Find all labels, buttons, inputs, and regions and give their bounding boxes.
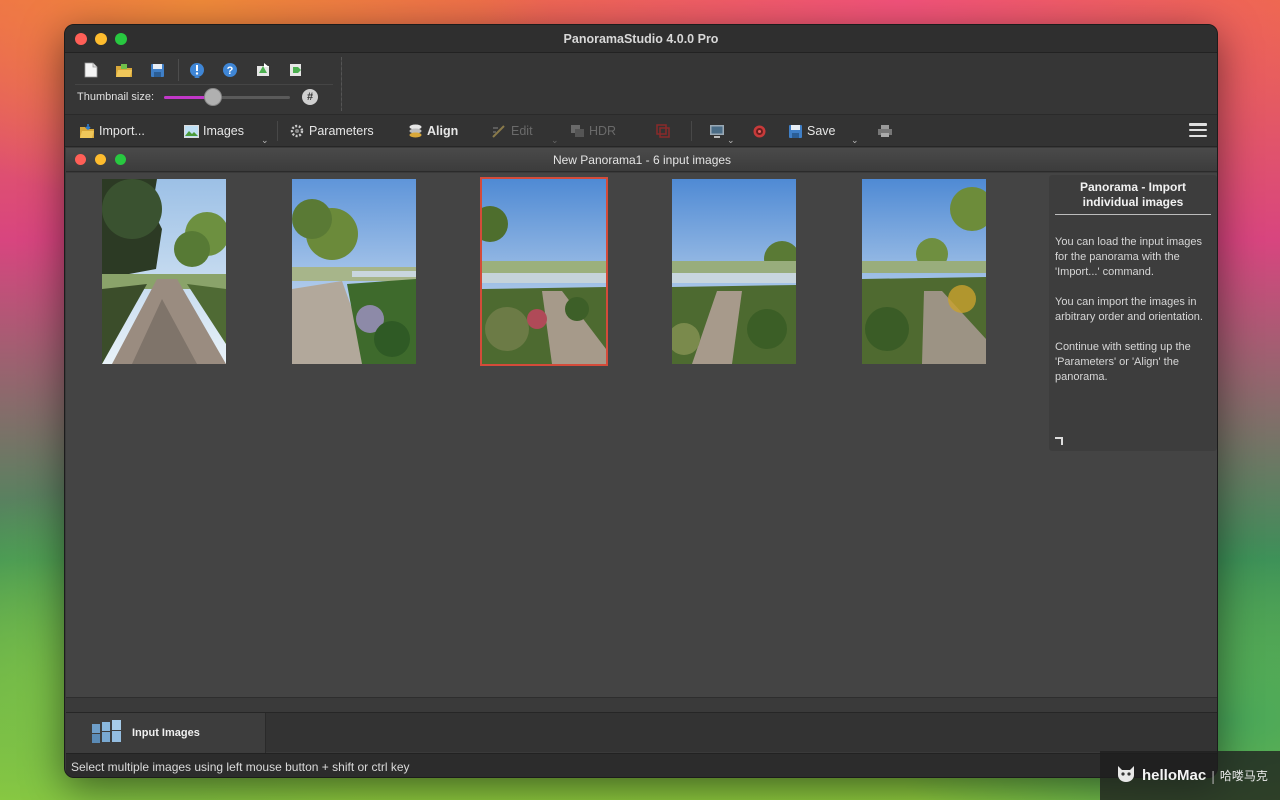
edit-dropdown-chevron-icon[interactable]: ⌄ bbox=[551, 135, 559, 146]
document-window-controls bbox=[75, 154, 126, 165]
thumbnail-size-label: Thumbnail size: bbox=[77, 91, 155, 103]
quick-icons: ? bbox=[79, 59, 317, 81]
upper-toolbar: ? Thumbnail size: # bbox=[65, 53, 1217, 115]
share-icon[interactable] bbox=[284, 59, 308, 81]
thumbnail-size-slider[interactable] bbox=[164, 87, 291, 107]
help-body: You can load the input images for the pa… bbox=[1049, 215, 1217, 385]
workflow-tabbar: Input Images bbox=[66, 712, 1217, 753]
target-button[interactable] bbox=[751, 115, 771, 147]
status-bar: Select multiple images using left mouse … bbox=[66, 753, 1217, 777]
images-button[interactable]: Images bbox=[183, 115, 244, 147]
svg-text:?: ? bbox=[227, 65, 234, 77]
bottom-splitter[interactable] bbox=[66, 697, 1217, 711]
main-toolbar: Import... Images ⌄ Parameters Align Edit… bbox=[65, 115, 1217, 147]
gear-icon bbox=[289, 123, 305, 139]
import-button[interactable]: Import... bbox=[79, 115, 145, 147]
help-title: Panorama - Import individual images bbox=[1079, 180, 1187, 209]
slider-knob[interactable] bbox=[204, 88, 222, 106]
import-icon bbox=[79, 123, 95, 139]
watermark-cn: 哈喽马克 bbox=[1219, 769, 1268, 783]
image-thumbnail[interactable] bbox=[672, 179, 796, 364]
watermark-brand: helloMac bbox=[1142, 767, 1207, 784]
align-stack-icon bbox=[407, 123, 423, 139]
tab-input-images[interactable]: Input Images bbox=[66, 713, 266, 753]
close-button[interactable] bbox=[75, 33, 87, 45]
cat-logo-icon bbox=[1116, 764, 1136, 787]
export-icon[interactable] bbox=[251, 59, 275, 81]
image-thumbnail[interactable] bbox=[862, 179, 986, 364]
help-icon[interactable]: ? bbox=[218, 59, 242, 81]
document-titlebar: New Panorama1 - 6 input images bbox=[66, 148, 1217, 172]
document-minimize-button[interactable] bbox=[95, 154, 106, 165]
save-button[interactable]: Save bbox=[787, 115, 836, 147]
thumbnail-size-control: Thumbnail size: # bbox=[77, 87, 319, 107]
zoom-button[interactable] bbox=[115, 33, 127, 45]
save-disk-icon bbox=[787, 123, 803, 139]
help-paragraph: Continue with setting up the 'Parameters… bbox=[1055, 341, 1191, 383]
save-disk-icon[interactable] bbox=[145, 59, 169, 81]
document-zoom-button[interactable] bbox=[115, 154, 126, 165]
open-folder-icon[interactable] bbox=[112, 59, 136, 81]
target-icon bbox=[751, 123, 767, 139]
window-controls bbox=[75, 33, 127, 45]
parameters-button[interactable]: Parameters bbox=[289, 115, 374, 147]
input-images-area: Panorama - Import individual images You … bbox=[66, 173, 1217, 697]
input-images-grid-icon bbox=[92, 718, 122, 749]
print-button[interactable] bbox=[877, 115, 897, 147]
hdr-button[interactable]: HDR bbox=[569, 115, 616, 147]
help-paragraph: You can load the input images for the pa… bbox=[1055, 236, 1202, 278]
grid-hash-button[interactable]: # bbox=[302, 89, 319, 105]
align-button[interactable]: Align bbox=[407, 115, 458, 147]
toolbar-separator bbox=[178, 59, 179, 81]
hdr-tools-button[interactable] bbox=[655, 115, 675, 147]
layers-red-icon bbox=[655, 123, 671, 139]
hamburger-menu-icon[interactable] bbox=[1189, 123, 1207, 137]
monitor-icon bbox=[709, 123, 725, 139]
window-titlebar: PanoramaStudio 4.0.0 Pro bbox=[65, 25, 1217, 53]
image-thumbnail[interactable] bbox=[292, 179, 416, 364]
image-thumbnail[interactable] bbox=[102, 179, 226, 364]
document-close-button[interactable] bbox=[75, 154, 86, 165]
edit-button[interactable]: Edit bbox=[491, 115, 533, 147]
images-dropdown-chevron-icon[interactable]: ⌄ bbox=[261, 135, 269, 146]
main-window: PanoramaStudio 4.0.0 Pro ? Thumbnail siz… bbox=[64, 24, 1218, 778]
toolbar-divider bbox=[75, 84, 333, 85]
edit-icon bbox=[491, 123, 507, 139]
window-title: PanoramaStudio 4.0.0 Pro bbox=[563, 31, 719, 46]
document-title: New Panorama1 - 6 input images bbox=[552, 152, 732, 167]
image-thumbnail-selected[interactable] bbox=[480, 177, 608, 366]
tab-input-images-label: Input Images bbox=[132, 727, 200, 739]
printer-icon bbox=[877, 123, 893, 139]
watermark: helloMac | 哈喽马克 bbox=[1100, 751, 1280, 800]
status-text: Select multiple images using left mouse … bbox=[71, 759, 410, 774]
print-preview-button[interactable] bbox=[709, 115, 729, 147]
minimize-button[interactable] bbox=[95, 33, 107, 45]
save-dropdown-chevron-icon[interactable]: ⌄ bbox=[851, 135, 859, 146]
collapse-corner-icon[interactable] bbox=[1055, 437, 1063, 445]
images-icon bbox=[183, 123, 199, 139]
hdr-icon bbox=[569, 123, 585, 139]
help-paragraph: You can import the images in arbitrary o… bbox=[1055, 296, 1203, 323]
help-panel: Panorama - Import individual images You … bbox=[1049, 175, 1217, 451]
info-icon[interactable] bbox=[185, 59, 209, 81]
new-document-icon[interactable] bbox=[79, 59, 103, 81]
preview-dropdown-chevron-icon[interactable]: ⌄ bbox=[727, 135, 735, 146]
